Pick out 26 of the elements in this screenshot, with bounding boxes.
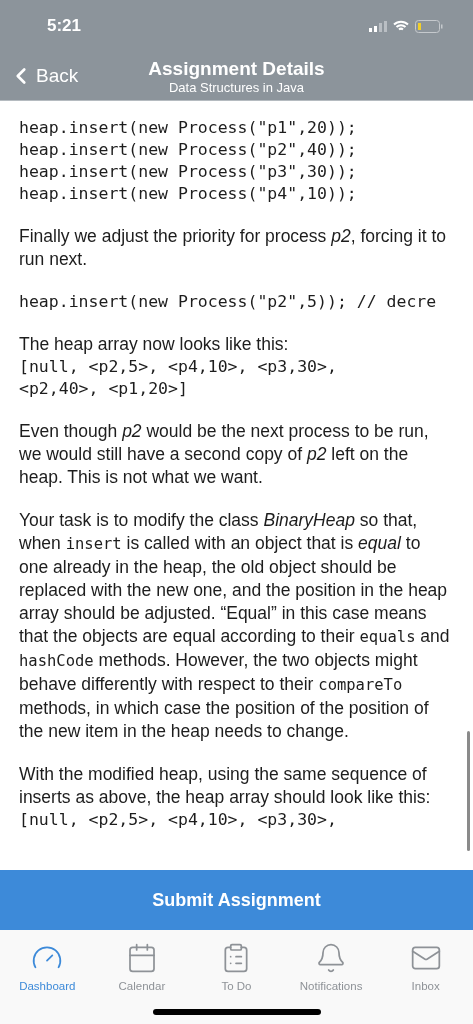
wifi-icon bbox=[393, 20, 409, 32]
page-title: Assignment Details bbox=[148, 57, 325, 80]
signal-icon bbox=[369, 20, 387, 32]
tab[interactable]: To Do bbox=[189, 942, 284, 992]
tab[interactable]: Dashboard bbox=[0, 942, 95, 992]
paragraph: Finally we adjust the priority for process p2, forcing it to run next. bbox=[19, 225, 447, 271]
paragraph: Even though p2 would be the next process to be run, we would still have a second copy of p2 left on the heap. This is not what we want. bbox=[19, 420, 430, 489]
battery-icon bbox=[415, 19, 443, 33]
code-line: heap.insert(new Process("p4",10)); bbox=[19, 183, 358, 205]
tab[interactable]: Calendar bbox=[94, 942, 190, 992]
status-time: 5:21 bbox=[47, 16, 82, 36]
code-line: heap.insert(new Process("p3",30)); bbox=[19, 161, 358, 183]
code-line: heap.insert(new Process("p1",20)); bbox=[19, 117, 358, 139]
back-button[interactable]: Back bbox=[0, 63, 79, 89]
tab[interactable]: Notifications bbox=[283, 942, 379, 992]
code-line: heap.insert(new Process("p2",40)); bbox=[19, 139, 358, 161]
paragraph: With the modified heap, using the same sequence of inserts as above, the heap array should look like this: bbox=[19, 763, 432, 809]
code-line: [null, <p2,5>, <p4,10>, <p3,30>, bbox=[19, 809, 338, 831]
tab[interactable]: Inbox bbox=[378, 942, 473, 992]
page-subtitle: Data Structures in Java bbox=[168, 79, 305, 95]
code-line: <p2,40>, <p1,20>] bbox=[19, 378, 189, 400]
paragraph: Your task is to modify the class BinaryHeap so that, when insert is called with an object that is equal to one already in the heap, the old object should be replaced with the new one, and the position in the heap array should be adjusted. “Equal” in this case means that the objects are equal according to their equals and hashCode methods. However, the two objects might behave differently with respect to their compareTo methods, in which case the position of the position of the new item in the heap needs to change. bbox=[19, 509, 451, 743]
submit-button[interactable]: Submit Assignment bbox=[0, 870, 473, 930]
code-line: heap.insert(new Process("p2",5)); // decre bbox=[19, 291, 438, 313]
code-line: [null, <p2,5>, <p4,10>, <p3,30>, bbox=[19, 356, 338, 378]
paragraph: The heap array now looks like this: bbox=[19, 333, 290, 356]
